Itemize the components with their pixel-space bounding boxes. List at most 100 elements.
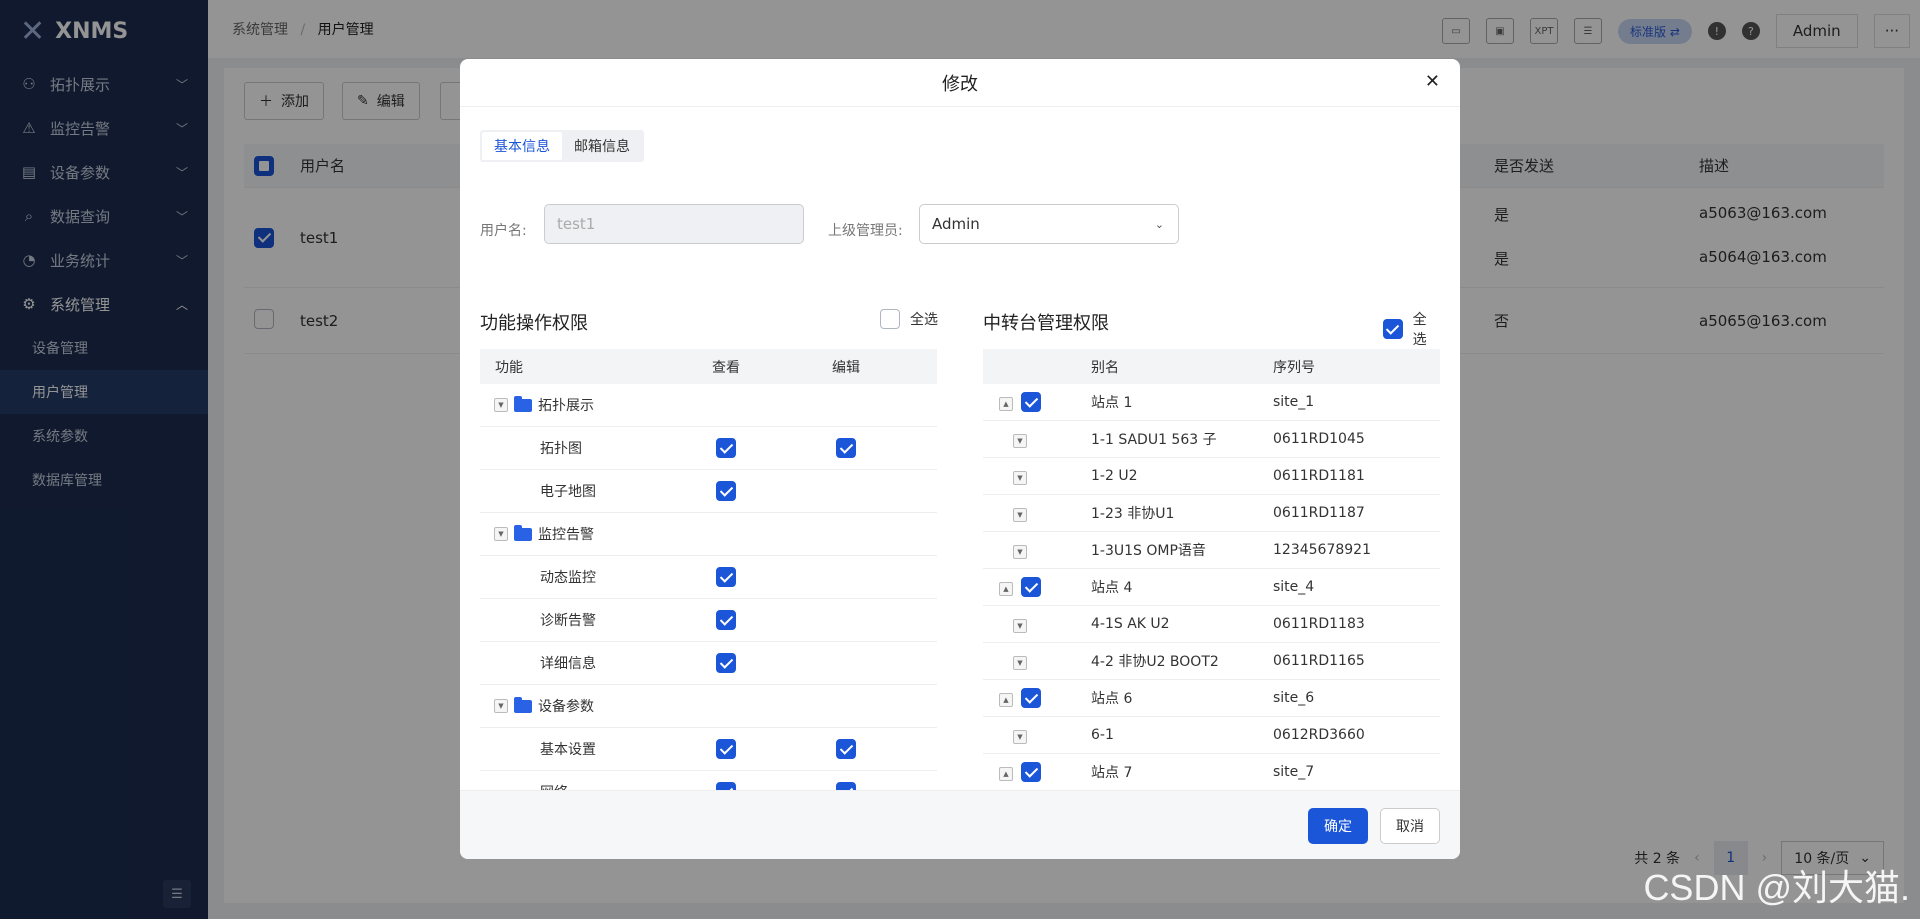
- expand-toggle-icon[interactable]: ▼: [1013, 433, 1027, 448]
- relay-serial: 0612RD3660: [1273, 727, 1365, 743]
- relay-alias: 1-23 非协U1: [1091, 506, 1175, 522]
- func-item-label: 动态监控: [540, 570, 596, 586]
- func-table-header: 功能 查看 编辑: [480, 349, 937, 384]
- func-table-body: ▼ 拓扑展示拓扑图电子地图 ▼ 监控告警动态监控诊断告警详细信息 ▼ 设备参数基本设置网络…: [480, 384, 937, 790]
- folder-icon: [514, 395, 532, 412]
- expand-toggle-icon[interactable]: ▼: [494, 398, 508, 412]
- relay-serial: 0611RD1183: [1273, 616, 1365, 632]
- confirm-button[interactable]: 确定: [1308, 808, 1368, 844]
- relay-serial: site_7: [1273, 764, 1315, 780]
- func-select-all[interactable]: 全选: [880, 309, 938, 329]
- edit-checkbox[interactable]: [836, 782, 856, 790]
- relay-site-row: ▲ 站点 6 site_6: [983, 680, 1440, 717]
- edit-checkbox[interactable]: [836, 438, 856, 458]
- relay-alias: 6-1: [1091, 727, 1114, 743]
- cancel-button[interactable]: 取消: [1380, 808, 1440, 844]
- func-group-label: 设备参数: [538, 699, 594, 715]
- relay-device-row: ▼ 1-1 SADU1 563 子 0611RD1045: [983, 421, 1440, 458]
- site-checkbox[interactable]: [1021, 688, 1041, 708]
- expand-toggle-icon[interactable]: ▼: [1013, 470, 1027, 485]
- relay-table-body: ▲ 站点 1 site_1 ▼ 1-1 SADU1 563 子 0611RD1045 ▼ 1-…: [983, 384, 1440, 790]
- func-permissions-table: 功能 查看 编辑 ▼ 拓扑展示拓扑图电子地图 ▼ 监控告警动态监控诊断告警详细信息 ▼ 设…: [480, 349, 937, 790]
- func-item-row: 诊断告警: [480, 599, 937, 642]
- relay-alias: 1-1 SADU1 563 子: [1091, 432, 1217, 448]
- header-view: 查看: [712, 359, 740, 376]
- collapse-toggle-icon[interactable]: ▲: [999, 581, 1013, 596]
- func-item-label: 基本设置: [540, 742, 596, 758]
- chevron-down-icon: ⌄: [1154, 217, 1164, 231]
- expand-toggle-icon[interactable]: ▼: [1013, 729, 1027, 744]
- view-checkbox[interactable]: [716, 438, 736, 458]
- func-select-all-checkbox[interactable]: [880, 309, 900, 329]
- relay-serial: site_4: [1273, 579, 1315, 595]
- header-serial: 序列号: [1273, 359, 1315, 376]
- func-item-row: 基本设置: [480, 728, 937, 771]
- folder-icon: [514, 696, 532, 713]
- relay-alias: 4-1S AK U2: [1091, 616, 1170, 632]
- view-checkbox[interactable]: [716, 739, 736, 759]
- collapse-toggle-icon[interactable]: ▲: [999, 766, 1013, 781]
- dialog-header: 修改 ✕: [460, 59, 1460, 107]
- relay-alias: 4-2 非协U2 BOOT2: [1091, 654, 1219, 670]
- func-item-row: 动态监控: [480, 556, 937, 599]
- view-checkbox[interactable]: [716, 782, 736, 790]
- manager-select[interactable]: Admin ⌄: [919, 204, 1179, 244]
- expand-toggle-icon[interactable]: ▼: [494, 699, 508, 713]
- edit-checkbox[interactable]: [836, 739, 856, 759]
- expand-toggle-icon[interactable]: ▼: [1013, 618, 1027, 633]
- relay-serial: 0611RD1181: [1273, 468, 1365, 484]
- dialog-title: 修改: [942, 73, 978, 95]
- func-item-label: 详细信息: [540, 656, 596, 672]
- relay-device-row: ▼ 1-3U1S OMP语音 12345678921: [983, 532, 1440, 569]
- relay-device-row: ▼ 1-23 非协U1 0611RD1187: [983, 495, 1440, 532]
- view-checkbox[interactable]: [716, 567, 736, 587]
- func-item-label: 电子地图: [540, 484, 596, 500]
- relay-alias: 1-2 U2: [1091, 468, 1138, 484]
- expand-toggle-icon[interactable]: ▼: [1013, 544, 1027, 559]
- relay-alias: 1-3U1S OMP语音: [1091, 543, 1206, 559]
- relay-serial: 0611RD1187: [1273, 505, 1365, 521]
- close-icon[interactable]: ✕: [1425, 71, 1440, 92]
- view-checkbox[interactable]: [716, 481, 736, 501]
- relay-serial: 0611RD1045: [1273, 431, 1365, 447]
- relay-serial: 12345678921: [1273, 542, 1371, 558]
- username-value: test1: [557, 215, 596, 233]
- func-group-label: 监控告警: [538, 527, 594, 543]
- tab-email-info[interactable]: 邮箱信息: [562, 132, 642, 160]
- select-all-label: 全选: [910, 312, 938, 328]
- relay-permissions-title: 中转台管理权限: [983, 313, 1109, 334]
- func-item-label: 拓扑图: [540, 441, 582, 457]
- dialog-body: 基本信息 邮箱信息 用户名: test1 上级管理员: Admin ⌄ 功能操作权…: [480, 107, 1440, 790]
- func-group-row: ▼ 设备参数: [480, 685, 937, 728]
- username-field: test1: [544, 204, 804, 244]
- dialog-tabs: 基本信息 邮箱信息: [480, 130, 644, 162]
- site-checkbox[interactable]: [1021, 392, 1041, 412]
- relay-site-row: ▲ 站点 7 site_7: [983, 754, 1440, 790]
- func-item-row: 详细信息: [480, 642, 937, 685]
- expand-toggle-icon[interactable]: ▼: [1013, 655, 1027, 670]
- relay-serial: site_1: [1273, 394, 1315, 410]
- relay-select-all-checkbox[interactable]: [1383, 319, 1403, 339]
- site-checkbox[interactable]: [1021, 762, 1041, 782]
- relay-alias: 站点 4: [1091, 580, 1133, 596]
- view-checkbox[interactable]: [716, 610, 736, 630]
- site-checkbox[interactable]: [1021, 577, 1041, 597]
- relay-site-row: ▲ 站点 4 site_4: [983, 569, 1440, 606]
- relay-permissions-table: 别名 序列号 ▲ 站点 1 site_1 ▼ 1-1 SADU1 563 子 0611RD…: [983, 349, 1440, 790]
- watermark: CSDN @刘大猫.: [1643, 867, 1910, 908]
- relay-select-all[interactable]: 全选: [1383, 309, 1440, 349]
- func-group-label: 拓扑展示: [538, 398, 594, 414]
- relay-alias: 站点 1: [1091, 395, 1133, 411]
- expand-toggle-icon[interactable]: ▼: [494, 527, 508, 541]
- func-item-row: 拓扑图: [480, 427, 937, 470]
- expand-toggle-icon[interactable]: ▼: [1013, 507, 1027, 522]
- header-function: 功能: [495, 359, 523, 376]
- relay-site-row: ▲ 站点 1 site_1: [983, 384, 1440, 421]
- collapse-toggle-icon[interactable]: ▲: [999, 396, 1013, 411]
- collapse-toggle-icon[interactable]: ▲: [999, 692, 1013, 707]
- edit-user-dialog: 修改 ✕ 基本信息 邮箱信息 用户名: test1 上级管理员: Admin ⌄ …: [460, 59, 1460, 859]
- tab-basic-info[interactable]: 基本信息: [482, 132, 562, 160]
- view-checkbox[interactable]: [716, 653, 736, 673]
- func-group-row: ▼ 拓扑展示: [480, 384, 937, 427]
- username-label: 用户名:: [480, 223, 527, 239]
